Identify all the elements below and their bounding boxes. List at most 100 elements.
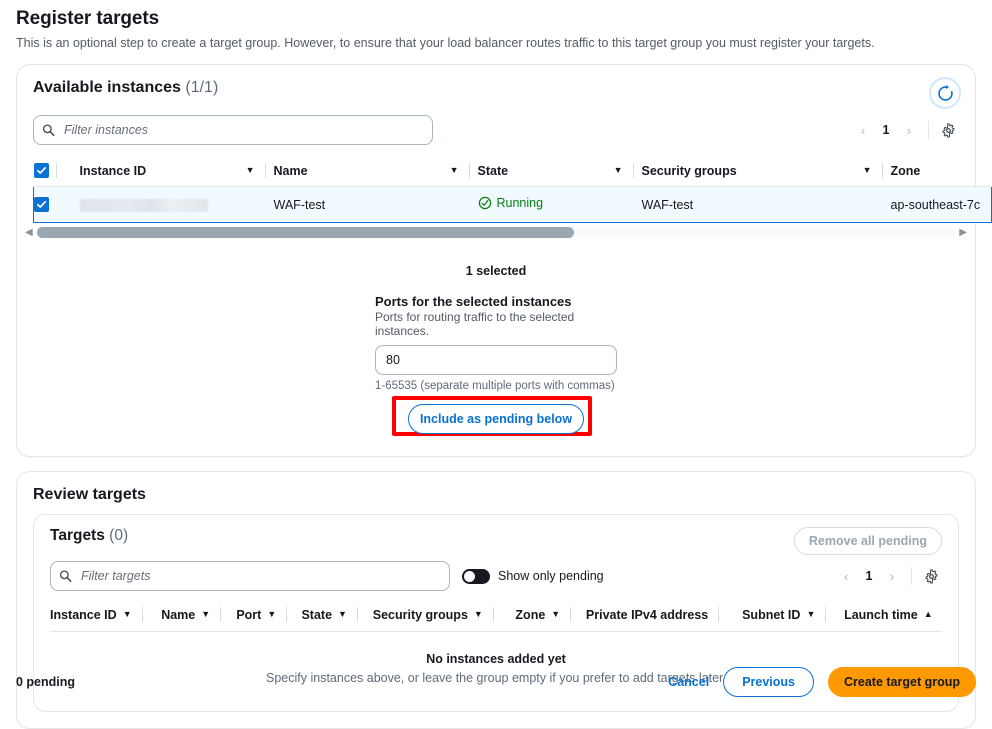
instances-col-zone-label: Zone (890, 163, 921, 178)
refresh-icon[interactable] (931, 79, 959, 107)
targets-pagination: ‹ 1 › (835, 563, 942, 589)
sort-descending-icon[interactable]: ▼ (246, 166, 255, 175)
row-checkbox[interactable] (34, 197, 49, 213)
instances-page-next[interactable]: › (898, 117, 920, 143)
table-row[interactable]: WAF-test Running WAF-test ap-southeast-7… (33, 186, 992, 223)
instances-select-all-header (33, 155, 80, 188)
scroll-left-icon[interactable]: ◀ (25, 227, 33, 238)
scroll-right-icon[interactable]: ▶ (959, 227, 967, 238)
review-targets-header: Review targets (17, 472, 975, 510)
column-separator (141, 607, 143, 623)
cancel-button[interactable]: Cancel (668, 675, 709, 689)
available-instances-count: (1/1) (185, 79, 219, 96)
targets-title: Targets (0) (50, 527, 128, 545)
toggle-knob (464, 570, 475, 582)
refresh-icon-glyph (937, 84, 953, 101)
targets-col-security-groups[interactable]: Security groups ▼ (372, 601, 516, 633)
sort-descending-icon[interactable]: ▼ (614, 166, 623, 175)
instances-page-number[interactable]: 1 (876, 123, 896, 137)
selected-count: 1 selected (465, 264, 527, 279)
column-separator (55, 163, 57, 179)
instances-col-security-groups[interactable]: Security groups ▼ (641, 155, 891, 188)
instances-col-state[interactable]: State ▼ (477, 155, 642, 188)
targets-page-number[interactable]: 1 (859, 569, 879, 583)
pagination-divider (928, 121, 929, 139)
targets-col-instance-id[interactable]: Instance ID ▼ (50, 601, 162, 633)
instances-col-state-label: State (477, 163, 509, 178)
select-all-checkbox[interactable] (33, 163, 49, 179)
column-separator (825, 607, 827, 623)
instances-col-name-label: Name (273, 163, 308, 178)
scrollbar-thumb[interactable] (36, 227, 575, 239)
sort-descending-icon[interactable]: ▼ (123, 610, 132, 619)
targets-col-launch-time[interactable]: Launch time ▲ (844, 601, 942, 633)
show-only-pending-toggle-wrap: Show only pending (462, 568, 604, 584)
check-icon (36, 167, 46, 175)
targets-col-private-ipv4[interactable]: Private IPv4 address (585, 601, 743, 633)
targets-col-subnet-id[interactable]: Subnet ID ▼ (742, 601, 845, 633)
targets-col-port[interactable]: Port ▼ (236, 601, 302, 633)
horizontal-scrollbar[interactable]: ◀ ▶ (17, 223, 975, 242)
targets-col-private-ipv4-label: Private IPv4 address (585, 607, 709, 622)
available-instances-header: Available instances (1/1) (17, 65, 975, 113)
ports-input[interactable] (375, 345, 617, 376)
instances-col-name[interactable]: Name ▼ (273, 155, 478, 188)
targets-col-zone-label: Zone (515, 607, 546, 622)
page-description: This is an optional step to create a tar… (16, 36, 875, 50)
instances-col-zone[interactable]: Zone (890, 155, 992, 188)
sort-descending-icon[interactable]: ▼ (201, 610, 210, 619)
sort-descending-icon[interactable]: ▼ (474, 610, 483, 619)
instances-table-body: Instance ID ▼ Name ▼ State ▼ Security gr… (17, 155, 992, 223)
row-security-groups: WAF-test (641, 197, 694, 212)
instances-filter-input[interactable] (33, 115, 433, 145)
targets-col-zone[interactable]: Zone ▼ (515, 601, 586, 633)
status-running-icon (478, 196, 491, 210)
gear-icon-glyph (925, 569, 937, 584)
ports-hint: 1-65535 (separate multiple ports with co… (375, 380, 615, 393)
column-separator (492, 607, 494, 623)
gear-icon[interactable] (920, 565, 942, 587)
instances-search-box (33, 115, 433, 145)
row-zone: ap-southeast-7c (890, 186, 992, 223)
instances-page-prev[interactable]: ‹ (852, 117, 874, 143)
sort-ascending-icon[interactable]: ▲ (924, 610, 933, 619)
available-instances-title-text: Available instances (33, 79, 181, 96)
targets-table: Instance ID ▼ Name ▼ Port ▼ State ▼ Secu… (50, 601, 942, 633)
status-badge: Running (478, 196, 543, 210)
include-as-pending-button[interactable]: Include as pending below (408, 404, 584, 435)
sort-descending-icon[interactable]: ▼ (863, 166, 872, 175)
instances-pagination: ‹ 1 › (852, 117, 959, 143)
remove-all-pending-button[interactable]: Remove all pending (793, 527, 942, 556)
column-separator (264, 163, 266, 179)
sort-descending-icon[interactable]: ▼ (267, 610, 276, 619)
show-only-pending-toggle[interactable] (462, 568, 490, 584)
column-separator (356, 607, 358, 623)
targets-col-state-label: State (301, 607, 333, 622)
sort-descending-icon[interactable]: ▼ (806, 610, 815, 619)
pagination-divider (911, 567, 912, 586)
scrollbar-track[interactable] (36, 227, 956, 239)
sort-descending-icon[interactable]: ▼ (551, 610, 560, 619)
gear-icon[interactable] (937, 119, 959, 141)
create-target-group-button[interactable]: Create target group (828, 667, 976, 697)
targets-col-state[interactable]: State ▼ (301, 601, 373, 633)
row-name: WAF-test (273, 197, 326, 212)
targets-page-prev[interactable]: ‹ (835, 563, 857, 589)
targets-col-port-label: Port (236, 607, 262, 622)
targets-title-text: Targets (50, 527, 105, 545)
previous-button[interactable]: Previous (723, 667, 814, 697)
targets-col-name[interactable]: Name ▼ (161, 601, 237, 633)
sort-descending-icon[interactable]: ▼ (450, 166, 459, 175)
available-instances-card: Available instances (1/1) ‹ 1 › (16, 64, 992, 458)
targets-col-subnet-id-label: Subnet ID (742, 607, 801, 622)
targets-count: (0) (109, 527, 129, 545)
column-separator (570, 607, 572, 623)
targets-col-name-label: Name (161, 607, 196, 622)
ports-label: Ports for the selected instances (375, 294, 572, 310)
targets-filter-input[interactable] (50, 561, 450, 592)
sort-descending-icon[interactable]: ▼ (338, 610, 347, 619)
targets-filter-row: Show only pending ‹ 1 › (34, 555, 958, 601)
instances-col-instance-id[interactable]: Instance ID ▼ (79, 155, 274, 188)
page-title: Register targets (16, 8, 160, 29)
targets-page-next[interactable]: › (881, 563, 903, 589)
